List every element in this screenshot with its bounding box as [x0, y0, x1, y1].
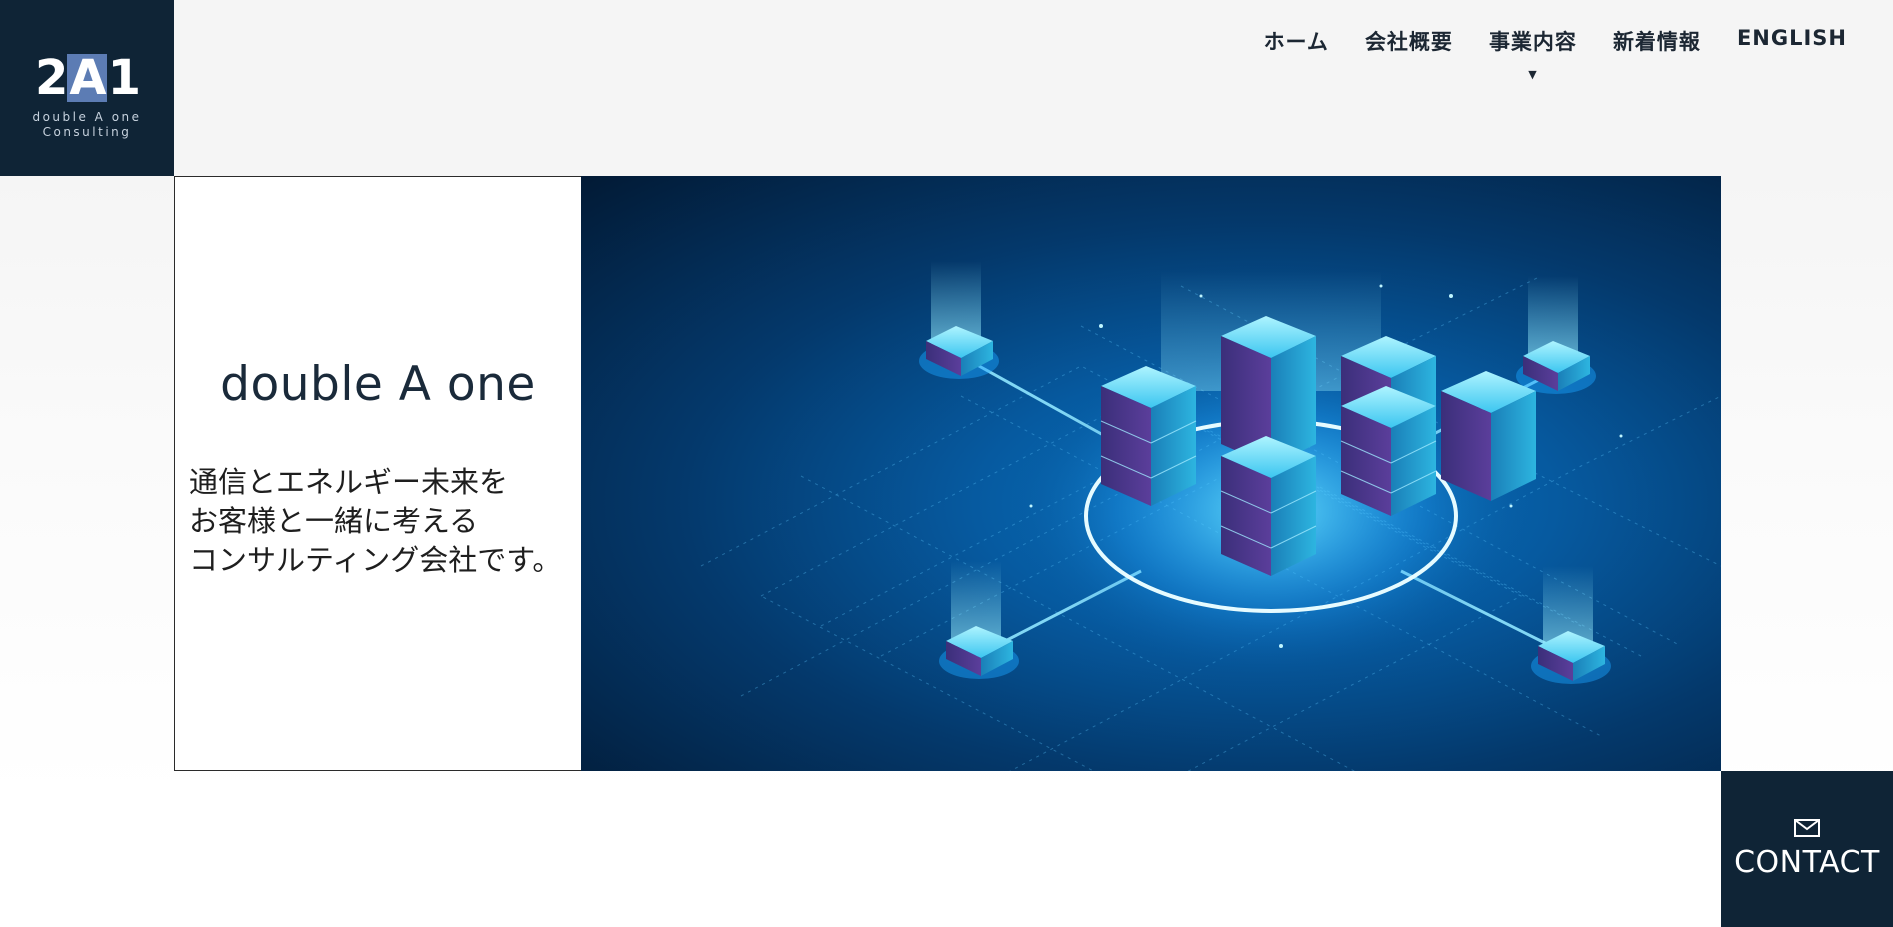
server-network-illustration	[700, 261, 1721, 771]
logo-mark-mid: A	[67, 50, 107, 106]
page: 2A1 double A one Consulting ホーム 会社概要 事業内…	[0, 0, 1893, 927]
logo-mark-left: 2	[35, 50, 68, 106]
nav-item-company-label: 会社概要	[1364, 30, 1453, 54]
hero-image	[581, 176, 1721, 771]
nav-item-english[interactable]: ENGLISH	[1719, 26, 1865, 56]
contact-label: CONTACT	[1734, 844, 1880, 880]
logo-mark: 2A1	[35, 50, 141, 106]
caret-down-icon: ▼	[1528, 68, 1538, 81]
hero-title: double A one	[220, 357, 536, 412]
nav-item-company[interactable]: 会社概要	[1347, 26, 1471, 56]
nav-item-home-label: ホーム	[1263, 30, 1329, 54]
site-logo[interactable]: 2A1 double A one Consulting	[0, 0, 174, 176]
nav-item-english-label: ENGLISH	[1736, 26, 1847, 50]
hero-copy-line2: お客様と一緒に考える	[189, 504, 479, 538]
nav-item-news-label: 新着情報	[1612, 30, 1701, 54]
hero-copy-line3: コンサルティング会社です。	[189, 543, 562, 577]
logo-mark-right: 1	[107, 50, 141, 106]
nav-item-news[interactable]: 新着情報	[1595, 26, 1719, 56]
nav-item-services-label: 事業内容	[1488, 30, 1577, 54]
logo-subtitle: double A one Consulting	[32, 110, 141, 140]
logo-subtitle-line2: Consulting	[42, 125, 132, 139]
hero-copy-line1: 通信とエネルギー未来を	[189, 465, 509, 499]
mail-icon	[1794, 818, 1820, 837]
hero-text-card: double A one 通信とエネルギー未来を お客様と一緒に考える コンサル…	[174, 176, 581, 771]
nav-item-services[interactable]: 事業内容 ▼	[1471, 26, 1595, 81]
logo-subtitle-line1: double A one	[32, 110, 142, 124]
main-nav: ホーム 会社概要 事業内容 ▼ 新着情報 ENGLISH	[1246, 26, 1865, 81]
nav-item-home[interactable]: ホーム	[1246, 26, 1347, 56]
contact-button[interactable]: CONTACT	[1721, 771, 1893, 927]
hero-copy: 通信とエネルギー未来を お客様と一緒に考える コンサルティング会社です。	[189, 463, 579, 580]
